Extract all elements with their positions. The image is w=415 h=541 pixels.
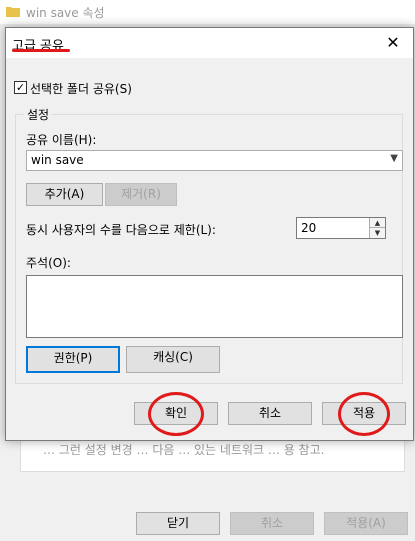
- cancel-button[interactable]: 취소: [228, 402, 312, 425]
- add-share-button[interactable]: 추가(A): [26, 183, 103, 206]
- share-name-label: 공유 이름(H):: [26, 133, 97, 147]
- background-apply-button[interactable]: 적용(A): [324, 512, 408, 535]
- caching-button[interactable]: 캐싱(C): [126, 346, 220, 373]
- background-panel-text: … 그런 설정 변경 … 다음 … 있는 네트워크 … 용 참고.: [43, 443, 325, 457]
- apply-circle-annotation: [338, 392, 390, 436]
- close-button[interactable]: 닫기: [136, 512, 220, 535]
- settings-group-legend: 설정: [24, 106, 53, 123]
- properties-window-titlebar: win save 속성: [0, 0, 415, 24]
- close-icon[interactable]: ✕: [375, 28, 411, 58]
- remove-share-button[interactable]: 제거(R): [105, 183, 177, 206]
- title-underline-annotation: [12, 49, 70, 52]
- share-folder-label: 선택한 폴더 공유(S): [30, 82, 132, 96]
- permissions-button[interactable]: 권한(P): [26, 346, 120, 373]
- properties-window-title: win save 속성: [26, 6, 105, 20]
- user-limit-spinner[interactable]: 20 ▲ ▼: [296, 217, 386, 239]
- folder-icon: [6, 7, 20, 17]
- properties-background-panel: … 그런 설정 변경 … 다음 … 있는 네트워크 … 용 참고.: [20, 436, 405, 472]
- user-limit-label: 동시 사용자의 수를 다음으로 제한(L):: [26, 223, 216, 237]
- comment-textarea[interactable]: [26, 275, 403, 338]
- share-folder-checkbox[interactable]: ✓: [14, 81, 27, 94]
- share-name-value: win save: [31, 153, 84, 167]
- user-limit-value: 20: [301, 221, 317, 235]
- dialog-titlebar: 고급 공유 ✕: [6, 28, 413, 58]
- spin-down-icon[interactable]: ▼: [369, 228, 385, 238]
- chevron-down-icon[interactable]: ▼: [390, 153, 398, 164]
- comment-label: 주석(O):: [26, 256, 71, 270]
- background-cancel-button[interactable]: 취소: [230, 512, 314, 535]
- advanced-sharing-dialog: 고급 공유 ✕ ✓ 선택한 폴더 공유(S) 설정 공유 이름(H): win …: [5, 27, 414, 441]
- share-name-select[interactable]: win save ▼: [26, 150, 403, 171]
- spin-up-icon[interactable]: ▲: [369, 218, 385, 228]
- ok-circle-annotation: [148, 392, 204, 436]
